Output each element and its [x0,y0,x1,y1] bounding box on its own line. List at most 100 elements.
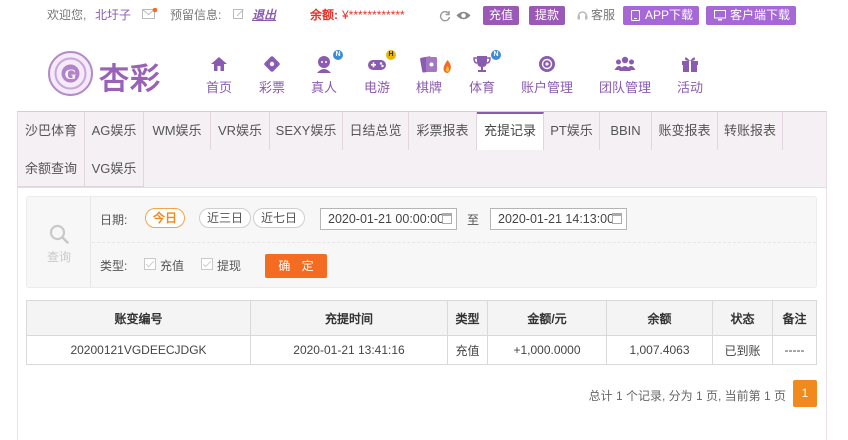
app-download-button[interactable]: APP下载 [623,6,700,25]
headset-icon[interactable] [577,9,590,21]
app-download-label: APP下载 [645,8,694,22]
nav-lottery[interactable]: 彩票 [258,54,286,96]
deposit-checkbox[interactable] [144,258,156,270]
withdraw-checkbox[interactable] [201,258,213,270]
nav-label: 账户管理 [520,80,573,95]
query-button[interactable]: 查询 [27,197,91,287]
eye-icon[interactable] [456,10,471,22]
nav-team[interactable]: 团队管理 [598,54,652,96]
withdraw-type-label[interactable]: 提现 [217,257,241,274]
range-today-button[interactable]: 今日 [145,208,186,228]
customer-service-link[interactable]: 客服 [591,8,615,22]
edit-icon[interactable] [233,8,246,20]
range-3days-button[interactable]: 近三日 [199,208,252,228]
tab-vr[interactable]: VR娱乐 [211,112,270,150]
range-7days-button[interactable]: 近七日 [253,208,306,228]
type-label: 类型: [100,259,128,273]
report-tabs: 沙巴体育 AG娱乐 WM娱乐 VR娱乐 SEXY娱乐 日结总览 彩票报表 充提记… [17,111,827,188]
nav-account[interactable]: 账户管理 [520,54,574,96]
tab-transfer-report[interactable]: 转账报表 [718,112,783,150]
page-button[interactable]: 1 [793,380,817,407]
record-time-cell: 2020-01-21 13:41:16 [250,335,448,365]
brand-name[interactable]: 杏彩 [99,54,161,98]
records-table: 账变编号 充提时间 类型 金额/元 余额 状态 备注 20200121VGDEE… [26,300,817,365]
nav-egames[interactable]: H 电游 [363,50,396,96]
nav-home[interactable]: 首页 [205,54,233,96]
gamepad-icon: H [366,50,396,74]
date-label: 日期: [100,213,128,227]
tab-vg[interactable]: VG娱乐 [85,150,144,187]
client-download-label: 客户端下载 [730,8,791,22]
new-badge: N [491,50,501,60]
calendar-icon[interactable] [612,213,622,224]
nav-label: 首页 [205,80,232,95]
record-amount-cell: +1,000.0000 [487,335,607,365]
column-header: 金额/元 [487,300,607,336]
column-header: 余额 [606,300,713,336]
deposit-button[interactable]: 充值 [483,6,520,25]
tab-shaba-sports[interactable]: 沙巴体育 [18,112,85,150]
team-icon [614,54,636,74]
live-dealer-icon: N [313,50,343,74]
start-date-value: 2020-01-21 00:00:00 [328,212,445,226]
record-type-cell: 充值 [447,335,488,365]
nav-cards[interactable]: 棋牌 [415,54,451,96]
nav-label: 团队管理 [598,80,651,95]
column-header: 类型 [447,300,488,336]
column-header: 充提时间 [250,300,448,336]
phone-icon [631,10,640,21]
nav-label: 棋牌 [415,80,442,95]
mail-icon[interactable] [142,7,158,20]
divider [17,188,18,440]
record-id-cell: 20200121VGDEECJDGK [26,335,251,365]
tab-balance-query[interactable]: 余额查询 [18,150,85,187]
tab-pt[interactable]: PT娱乐 [544,112,600,150]
deposit-type-label[interactable]: 充值 [160,257,184,274]
nav-label: 电游 [363,80,390,95]
gift-icon [679,54,701,74]
refresh-icon[interactable] [439,10,452,22]
divider [92,242,816,243]
divider [17,187,827,188]
calendar-icon[interactable] [442,213,452,224]
tab-bbin[interactable]: BBIN [600,112,652,150]
nav-label: 真人 [310,80,337,95]
username[interactable]: 北圩子 [95,8,131,22]
filter-panel: 查询 日期: 今日 近三日 近七日 2020-01-21 00:00:00 至 … [26,196,817,288]
trophy-icon: N [471,50,501,74]
nav-promotions[interactable]: 活动 [676,54,704,96]
cards-icon [418,54,451,74]
query-label: 查询 [46,250,71,264]
home-icon [208,54,230,74]
tab-lottery-report[interactable]: 彩票报表 [409,112,477,150]
logout-link[interactable]: 退出 [252,8,276,22]
reserve-info-label: 预留信息: [170,8,222,22]
start-date-input[interactable]: 2020-01-21 00:00:00 [320,208,457,230]
tab-daily-summary[interactable]: 日结总览 [343,112,409,150]
withdraw-button[interactable]: 提款 [529,6,566,25]
balance-label: 余额: [310,8,338,22]
account-icon [536,54,558,74]
top-bar: 欢迎您, 北圩子 预留信息: 退出 余额: ¥************ 充值 提… [0,0,848,30]
tab-account-change-report[interactable]: 账变报表 [652,112,718,150]
flame-icon [443,60,451,73]
end-date-value: 2020-01-21 14:13:00 [498,212,615,226]
pagination-summary: 总计 1 个记录, 分为 1 页, 当前第 1 页 [588,389,786,403]
end-date-input[interactable]: 2020-01-21 14:13:00 [490,208,627,230]
tab-ag[interactable]: AG娱乐 [85,112,144,150]
welcome-text: 欢迎您, [47,8,87,22]
brand-logo-icon[interactable]: G [48,51,93,96]
nav-label: 彩票 [258,80,285,95]
svg-text:G: G [65,67,77,83]
client-download-button[interactable]: 客户端下载 [706,6,797,25]
tab-wm[interactable]: WM娱乐 [144,112,211,150]
nav-live[interactable]: N 真人 [310,50,343,96]
table-row: 20200121VGDEECJDGK 2020-01-21 13:41:16 充… [26,335,817,365]
tab-deposit-withdraw-records[interactable]: 充提记录 [477,112,544,150]
tab-sexy[interactable]: SEXY娱乐 [270,112,343,150]
nav-sports[interactable]: N 体育 [468,50,501,96]
confirm-button[interactable]: 确 定 [265,254,327,278]
lottery-icon [261,54,283,74]
new-badge: N [333,50,343,60]
balance-value: ¥************ [342,8,405,22]
